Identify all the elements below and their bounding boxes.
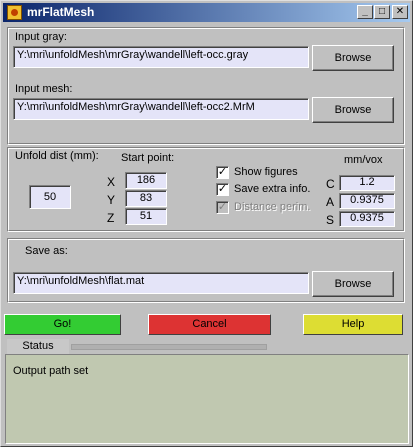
save-as-label: Save as: (25, 245, 68, 257)
a-label: A (326, 195, 335, 209)
show-figures-checkbox[interactable]: ✓ (216, 166, 229, 179)
status-tab[interactable]: Status (7, 339, 69, 354)
start-point-label: Start point: (121, 152, 175, 164)
close-button[interactable]: ✕ (392, 5, 408, 19)
window-title: mrFlatMesh (27, 5, 95, 19)
status-message: Output path set (13, 365, 89, 377)
save-browse-button[interactable]: Browse (312, 271, 394, 297)
voxel-s-field[interactable]: 0.9375 (339, 211, 395, 227)
input-mesh-field[interactable]: Y:\mri\unfoldMesh\mrGray\wandell\left-oc… (13, 98, 309, 120)
app-icon (7, 5, 22, 20)
voxel-a-field[interactable]: 0.9375 (339, 193, 395, 209)
y-label: Y (107, 193, 116, 207)
title-bar[interactable]: mrFlatMesh _ □ ✕ (3, 3, 410, 22)
show-figures-label: Show figures (234, 166, 298, 178)
input-gray-field[interactable]: Y:\mri\unfoldMesh\mrGray\wandell\left-oc… (13, 46, 309, 68)
input-mesh-label: Input mesh: (15, 83, 73, 95)
help-button[interactable]: Help (303, 314, 403, 335)
mesh-browse-button[interactable]: Browse (312, 97, 394, 123)
x-label: X (107, 175, 116, 189)
input-gray-label: Input gray: (15, 31, 67, 43)
status-box: Output path set (5, 354, 409, 444)
start-x-field[interactable]: 186 (125, 172, 167, 189)
mrflatmesh-window: mrFlatMesh _ □ ✕ Input gray: Y:\mri\unfo… (0, 0, 413, 447)
distance-perim-checkbox: ✓ (216, 201, 229, 214)
status-progress-bar (71, 344, 267, 350)
gray-browse-button[interactable]: Browse (312, 45, 394, 71)
maximize-button[interactable]: □ (374, 5, 390, 19)
distance-perim-label: Distance perim. (234, 201, 311, 213)
c-label: C (326, 177, 335, 191)
start-y-field[interactable]: 83 (125, 190, 167, 207)
save-extra-label: Save extra info. (234, 183, 311, 195)
start-z-field[interactable]: 51 (125, 208, 167, 225)
s-label: S (326, 213, 335, 227)
z-label: Z (107, 211, 115, 225)
save-as-field[interactable]: Y:\mri\unfoldMesh\flat.mat (13, 272, 309, 294)
unfold-dist-field[interactable]: 50 (29, 185, 71, 209)
cancel-button[interactable]: Cancel (148, 314, 271, 335)
save-extra-checkbox[interactable]: ✓ (216, 183, 229, 196)
minimize-button[interactable]: _ (357, 5, 373, 19)
voxel-c-field[interactable]: 1.2 (339, 175, 395, 191)
go-button[interactable]: Go! (4, 314, 121, 335)
mm-per-vox-label: mm/vox (344, 154, 383, 166)
unfold-dist-label: Unfold dist (mm): (15, 150, 99, 162)
